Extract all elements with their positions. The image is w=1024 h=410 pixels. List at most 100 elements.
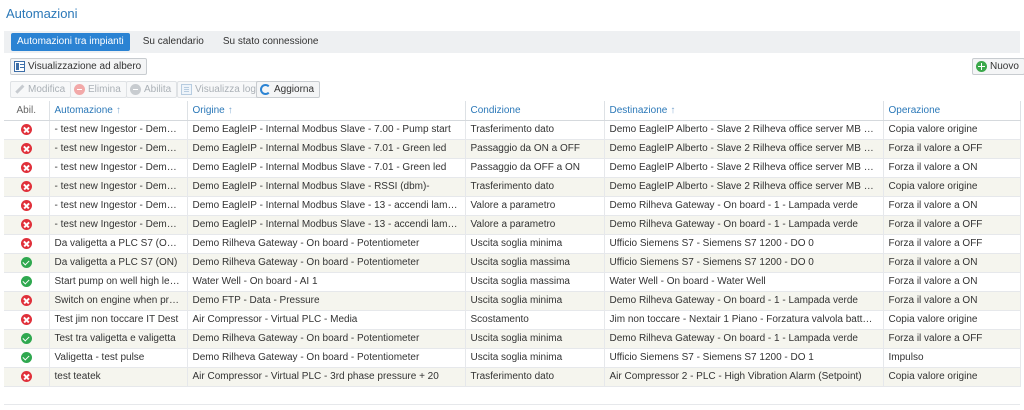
sort-up-icon: ↑ — [115, 104, 121, 116]
table-row[interactable]: Switch on engine when press... Demo FTP -… — [4, 291, 1021, 311]
delete-button[interactable]: Elimina — [70, 81, 127, 98]
tree-view-button[interactable]: Visualizzazione ad albero — [10, 58, 148, 75]
delete-icon — [74, 84, 85, 95]
disabled-x-icon — [20, 123, 32, 135]
disabled-x-icon — [20, 142, 32, 154]
operation-cell: Copia valore origine — [883, 367, 1021, 387]
new-button[interactable]: Nuovo — [972, 58, 1024, 75]
col-header-condizione[interactable]: Condizione — [465, 101, 605, 121]
condition-cell: Passaggio da ON a OFF — [465, 139, 605, 159]
table-row[interactable]: - test new Ingestor - Demo E... Demo Eagl… — [4, 215, 1021, 235]
destination-cell: Demo EagleIP Alberto - Slave 2 Rilheva o… — [604, 177, 884, 197]
plus-icon — [976, 61, 987, 72]
automations-table: Abil. Automazione ↑ Origine ↑ Condizione D… — [4, 101, 1021, 387]
tab-su-stato-connessione[interactable]: Su stato connessione — [217, 33, 325, 51]
condition-cell: Scostamento — [465, 310, 605, 330]
automation-cell: - test new Ingestor - Demo E... — [49, 120, 188, 140]
tree-icon — [14, 61, 25, 72]
table-row[interactable]: Da valigetta a PLC S7 (OFF) Demo Rilheva … — [4, 234, 1021, 254]
condition-cell: Trasferimento dato — [465, 367, 605, 387]
sort-up-icon: ↑ — [670, 104, 676, 116]
table-row[interactable]: - test new Ingestor - Demo E... Demo Eagl… — [4, 139, 1021, 159]
operation-cell: Copia valore origine — [883, 120, 1021, 140]
page-title: Automazioni — [6, 6, 78, 21]
table-row[interactable]: - test new Ingestor - Demo E... Demo Eagl… — [4, 177, 1021, 197]
status-cell — [4, 367, 50, 387]
log-icon — [181, 84, 192, 95]
destination-cell: Jim non toccare - Nextair 1 Piano - Forz… — [604, 310, 884, 330]
sort-up-icon: ↑ — [227, 104, 233, 116]
automation-cell: - test new Ingestor - Demo E... — [49, 177, 188, 197]
modify-label: Modifica — [28, 84, 66, 95]
disabled-x-icon — [20, 370, 32, 382]
destination-cell: Ufficio Siemens S7 - Siemens S7 1200 - D… — [604, 348, 884, 368]
pencil-icon — [12, 82, 28, 98]
origin-cell: Demo FTP - Data - Pressure — [187, 291, 466, 311]
col-header-abil[interactable]: Abil. — [4, 101, 50, 121]
operation-cell: Forza il valore a ON — [883, 291, 1021, 311]
automation-cell: Switch on engine when press... — [49, 291, 188, 311]
operation-cell: Forza il valore a ON — [883, 196, 1021, 216]
enable-button[interactable]: Abilita — [126, 81, 178, 98]
origin-cell: Demo EagleIP - Internal Modbus Slave - R… — [187, 177, 466, 197]
origin-cell: Demo EagleIP - Internal Modbus Slave - 7… — [187, 139, 466, 159]
enable-label: Abilita — [144, 84, 172, 95]
view-log-label: Visualizza log — [195, 84, 256, 95]
status-cell — [4, 158, 50, 178]
origin-cell: Air Compressor - Virtual PLC - 3rd phase… — [187, 367, 466, 387]
table-row[interactable]: Valigetta - test pulse Demo Rilheva Gatew… — [4, 348, 1021, 368]
table-header-row: Abil. Automazione ↑ Origine ↑ Condizione D… — [4, 101, 1021, 121]
condition-cell: Uscita soglia minima — [465, 329, 605, 349]
tree-view-label: Visualizzazione ad albero — [28, 61, 142, 72]
col-header-operazione[interactable]: Operazione — [883, 101, 1021, 121]
origin-cell: Demo EagleIP - Internal Modbus Slave - 7… — [187, 120, 466, 140]
automation-cell: test teatek — [49, 367, 188, 387]
destination-cell: Demo Rilheva Gateway - On board - 1 - La… — [604, 329, 884, 349]
condition-cell: Uscita soglia minima — [465, 348, 605, 368]
refresh-icon — [260, 84, 271, 95]
status-cell — [4, 215, 50, 235]
status-cell — [4, 253, 50, 273]
condition-cell: Passaggio da OFF a ON — [465, 158, 605, 178]
table-row[interactable]: Test jim non toccare IT Dest Air Compress… — [4, 310, 1021, 330]
condition-cell: Uscita soglia massima — [465, 272, 605, 292]
status-cell — [4, 272, 50, 292]
col-header-destinazione[interactable]: Destinazione ↑ — [604, 101, 884, 121]
disabled-x-icon — [20, 218, 32, 230]
table-row[interactable]: test teatek Air Compressor - Virtual PLC … — [4, 367, 1021, 387]
table-row[interactable]: - test new Ingestor - Demo E... Demo Eagl… — [4, 196, 1021, 216]
condition-cell: Trasferimento dato — [465, 177, 605, 197]
refresh-label: Aggiorna — [274, 84, 315, 95]
modify-button[interactable]: Modifica — [10, 81, 72, 98]
table-row[interactable]: Test tra valigetta e valigetta Demo Rilhe… — [4, 329, 1021, 349]
table-bottom-divider — [4, 404, 1020, 405]
table-row[interactable]: - test new Ingestor - Demo E... Demo Eagl… — [4, 158, 1021, 178]
operation-cell: Forza il valore a OFF — [883, 234, 1021, 254]
table-row[interactable]: Da valigetta a PLC S7 (ON) Demo Rilheva G… — [4, 253, 1021, 273]
condition-cell: Trasferimento dato — [465, 120, 605, 140]
table-row[interactable]: Start pump on well high level Water Well … — [4, 272, 1021, 292]
refresh-button[interactable]: Aggiorna — [256, 81, 321, 98]
status-cell — [4, 291, 50, 311]
automation-cell: - test new Ingestor - Demo E... — [49, 139, 188, 159]
table-row[interactable]: - test new Ingestor - Demo E... Demo Eagl… — [4, 120, 1021, 140]
status-cell — [4, 234, 50, 254]
origin-cell: Demo Rilheva Gateway - On board - Potent… — [187, 329, 466, 349]
operation-cell: Forza il valore a ON — [883, 272, 1021, 292]
automation-cell: - test new Ingestor - Demo E... — [49, 215, 188, 235]
status-cell — [4, 196, 50, 216]
destination-cell: Demo EagleIP Alberto - Slave 2 Rilheva o… — [604, 120, 884, 140]
disabled-x-icon — [20, 199, 32, 211]
enabled-check-icon — [20, 332, 32, 344]
origin-cell: Air Compressor - Virtual PLC - Media — [187, 310, 466, 330]
tab-automazioni-tra-impianti[interactable]: Automazioni tra impianti — [11, 33, 130, 51]
tab-su-calendario[interactable]: Su calendario — [137, 33, 210, 51]
view-log-button[interactable]: Visualizza log — [177, 81, 262, 98]
destination-cell: Demo Rilheva Gateway - On board - 1 - La… — [604, 196, 884, 216]
status-cell — [4, 139, 50, 159]
col-header-automazione[interactable]: Automazione ↑ — [49, 101, 188, 121]
col-header-origine[interactable]: Origine ↑ — [187, 101, 466, 121]
operation-cell: Forza il valore a OFF — [883, 215, 1021, 235]
destination-cell: Ufficio Siemens S7 - Siemens S7 1200 - D… — [604, 234, 884, 254]
status-cell — [4, 177, 50, 197]
